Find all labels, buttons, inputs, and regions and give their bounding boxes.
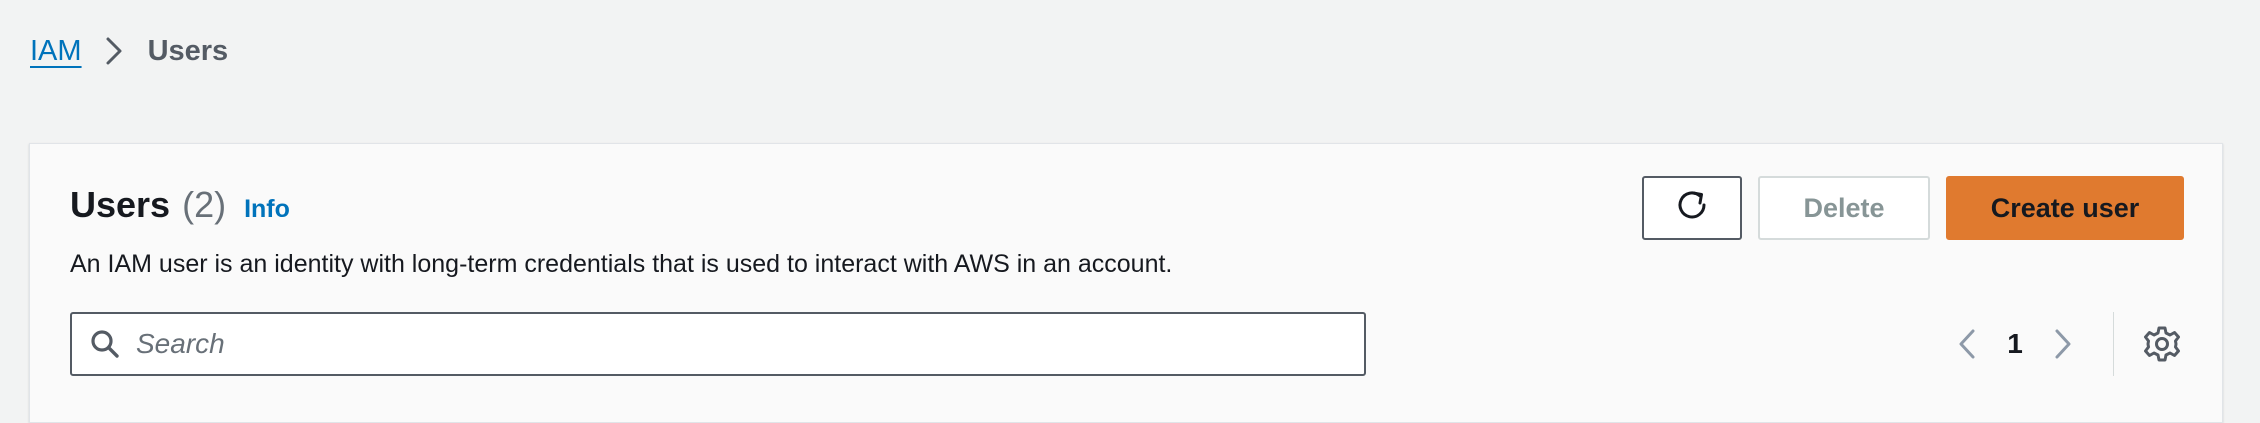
- search-input[interactable]: [134, 314, 1364, 374]
- create-user-button[interactable]: Create user: [1946, 176, 2184, 240]
- pagination: 1: [1947, 312, 2184, 376]
- search-icon: [88, 327, 122, 361]
- panel-header: Users (2) Info: [70, 184, 290, 230]
- chevron-left-icon[interactable]: [1947, 321, 1987, 367]
- breadcrumb: IAM Users: [30, 28, 228, 74]
- refresh-button[interactable]: [1642, 176, 1742, 240]
- page-title: Users: [70, 184, 171, 225]
- gear-icon[interactable]: [2140, 322, 2184, 366]
- breadcrumb-iam-link[interactable]: IAM: [30, 35, 82, 68]
- refresh-icon: [1673, 186, 1711, 231]
- search-field[interactable]: [70, 312, 1366, 376]
- panel-description: An IAM user is an identity with long-ter…: [70, 250, 1173, 278]
- delete-button[interactable]: Delete: [1758, 176, 1930, 240]
- users-panel: Users (2) Info An IAM user is an identit…: [29, 143, 2223, 423]
- divider: [2113, 312, 2114, 376]
- breadcrumb-current: Users: [147, 34, 229, 67]
- page-number[interactable]: 1: [1987, 328, 2043, 360]
- users-count: (2): [182, 184, 227, 225]
- chevron-right-icon[interactable]: [2043, 321, 2083, 367]
- chevron-right-icon: [94, 28, 134, 74]
- header-actions: Delete Create user: [1642, 176, 2184, 240]
- info-link[interactable]: Info: [244, 195, 290, 224]
